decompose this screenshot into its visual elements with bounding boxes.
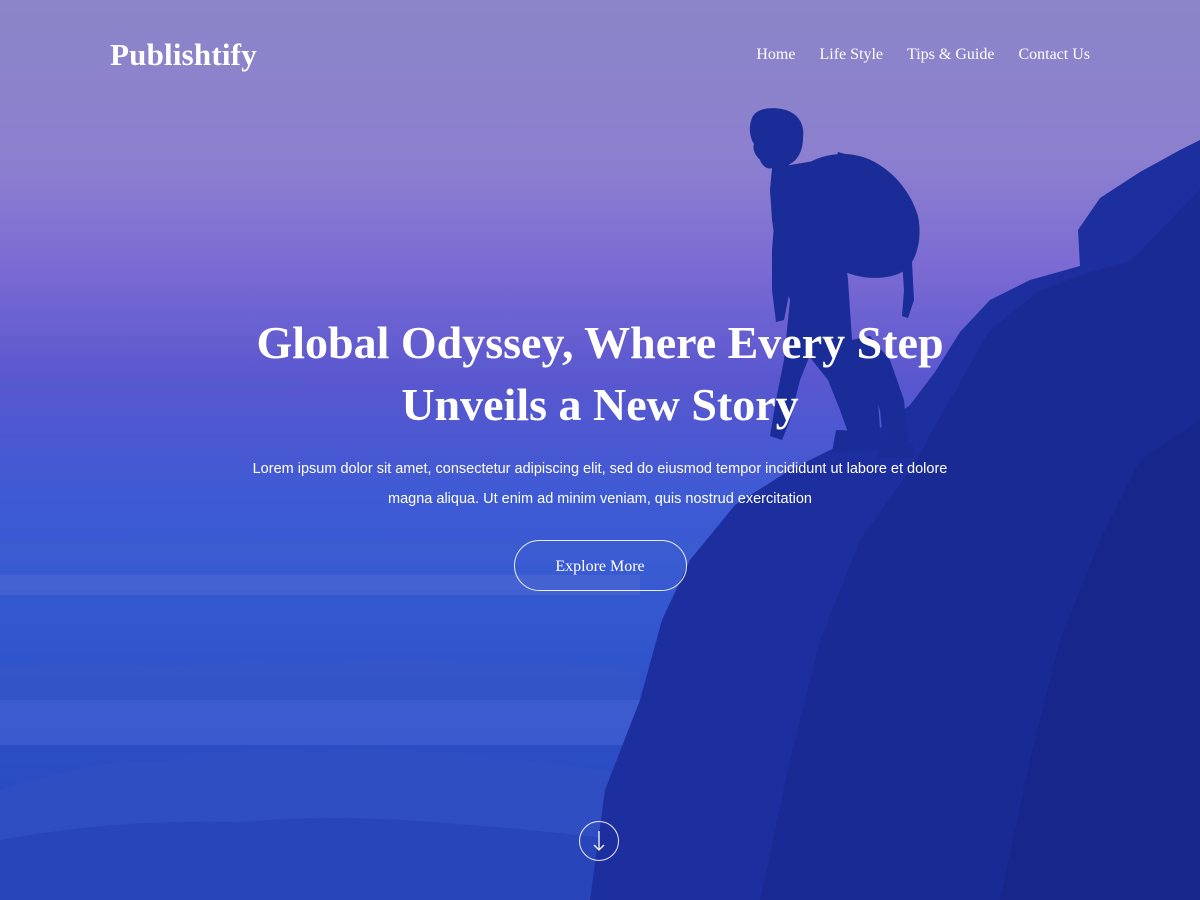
site-header: Publishtify Home Life Style Tips & Guide… xyxy=(110,30,1090,80)
arrow-down-icon xyxy=(593,831,605,851)
hero-title: Global Odyssey, Where Every Step Unveils… xyxy=(190,312,1010,436)
hero-content: Global Odyssey, Where Every Step Unveils… xyxy=(0,312,1200,591)
nav-item-tips-guide[interactable]: Tips & Guide xyxy=(907,46,994,64)
nav-item-contact-us[interactable]: Contact Us xyxy=(1018,46,1090,64)
hero-description-line-2: magna aliqua. Ut enim ad minim veniam, q… xyxy=(388,491,812,507)
hero-description-line-1: Lorem ipsum dolor sit amet, consectetur … xyxy=(252,461,948,477)
explore-more-button[interactable]: Explore More xyxy=(513,540,687,591)
nav-item-life-style[interactable]: Life Style xyxy=(819,46,883,64)
nav-item-home[interactable]: Home xyxy=(756,46,795,64)
hero-title-line-1: Global Odyssey, Where Every Step xyxy=(256,317,944,368)
main-nav: Home Life Style Tips & Guide Contact Us xyxy=(756,46,1090,64)
site-logo[interactable]: Publishtify xyxy=(110,37,257,73)
hero-description: Lorem ipsum dolor sit amet, consectetur … xyxy=(210,454,990,514)
hero-title-line-2: Unveils a New Story xyxy=(401,379,799,430)
hero-section: Publishtify Home Life Style Tips & Guide… xyxy=(0,0,1200,900)
scroll-down-button[interactable] xyxy=(579,821,619,861)
